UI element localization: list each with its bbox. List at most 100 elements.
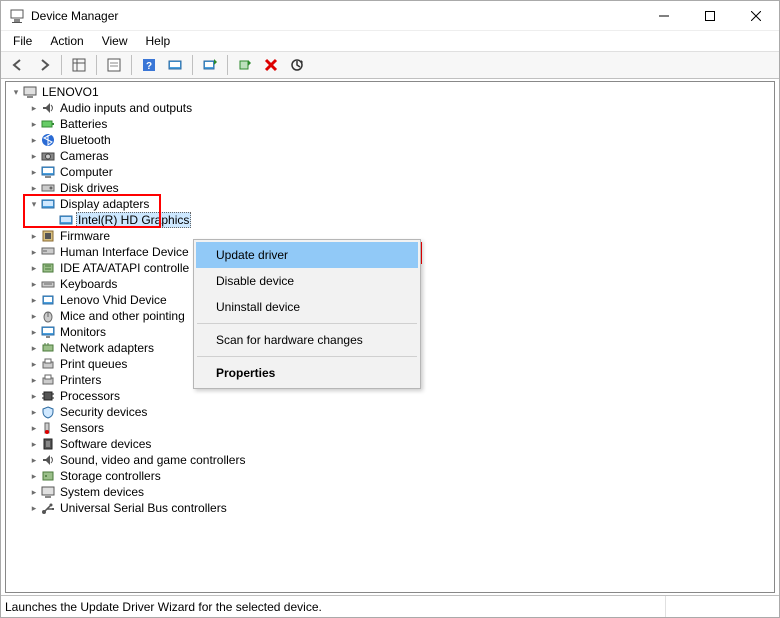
chevron-right-icon[interactable]: ▸: [28, 118, 40, 130]
tree-category[interactable]: ▸Disk drives: [10, 180, 774, 196]
category-icon: [40, 340, 56, 356]
chevron-right-icon[interactable]: ▸: [28, 182, 40, 194]
tree-category[interactable]: ▸System devices: [10, 484, 774, 500]
tree-device[interactable]: Intel(R) HD Graphics: [10, 212, 774, 228]
category-icon: [40, 148, 56, 164]
device-manager-icon: [9, 8, 25, 24]
enable-device-button[interactable]: [234, 54, 256, 76]
tree-category[interactable]: ▸Sensors: [10, 420, 774, 436]
category-label: Display adapters: [58, 197, 151, 211]
category-icon: [40, 132, 56, 148]
chevron-right-icon[interactable]: ▸: [28, 422, 40, 434]
chevron-right-icon[interactable]: ▸: [28, 246, 40, 258]
tree-category[interactable]: ▸ Cameras: [10, 148, 774, 164]
category-icon: [40, 436, 56, 452]
menu-file[interactable]: File: [5, 32, 40, 50]
scan-changes-button[interactable]: [286, 54, 308, 76]
context-scan-hardware[interactable]: Scan for hardware changes: [196, 327, 418, 353]
tree-category[interactable]: ▸Security devices: [10, 404, 774, 420]
svg-text:?: ?: [146, 61, 152, 72]
tree-category[interactable]: ▸ Audio inputs and outputs: [10, 100, 774, 116]
chevron-right-icon[interactable]: ▸: [28, 262, 40, 274]
chevron-right-icon[interactable]: ▸: [28, 358, 40, 370]
category-icon: [40, 260, 56, 276]
chevron-right-icon[interactable]: ▸: [28, 342, 40, 354]
window-title: Device Manager: [31, 9, 641, 23]
chevron-right-icon[interactable]: ▸: [28, 166, 40, 178]
scan-hardware-button[interactable]: [164, 54, 186, 76]
tree-category[interactable]: ▸Computer: [10, 164, 774, 180]
category-icon: [40, 500, 56, 516]
show-hide-tree-button[interactable]: [68, 54, 90, 76]
menu-action[interactable]: Action: [42, 32, 91, 50]
chevron-right-icon[interactable]: ▸: [28, 470, 40, 482]
menu-help[interactable]: Help: [138, 32, 179, 50]
context-properties[interactable]: Properties: [196, 360, 418, 386]
maximize-button[interactable]: [687, 1, 733, 31]
category-label: Processors: [58, 389, 122, 403]
chevron-right-icon[interactable]: ▸: [28, 390, 40, 402]
menu-view[interactable]: View: [94, 32, 136, 50]
category-icon: [40, 484, 56, 500]
chevron-right-icon[interactable]: ▸: [28, 134, 40, 146]
back-button[interactable]: [7, 54, 29, 76]
chevron-right-icon[interactable]: ▸: [28, 454, 40, 466]
category-icon: [40, 420, 56, 436]
context-update-driver[interactable]: Update driver: [196, 242, 418, 268]
category-label: Printers: [58, 373, 103, 387]
category-label: Audio inputs and outputs: [58, 101, 194, 115]
properties-button[interactable]: [103, 54, 125, 76]
chevron-right-icon[interactable]: ▸: [28, 150, 40, 162]
chevron-right-icon[interactable]: ▸: [28, 438, 40, 450]
category-icon: [40, 228, 56, 244]
help-button[interactable]: ?: [138, 54, 160, 76]
computer-icon: [22, 84, 38, 100]
tree-category[interactable]: ▸ Processors: [10, 388, 774, 404]
toolbar-separator: [61, 55, 62, 75]
chevron-right-icon[interactable]: ▸: [28, 406, 40, 418]
category-icon: [40, 404, 56, 420]
toolbar-separator: [131, 55, 132, 75]
close-button[interactable]: [733, 1, 779, 31]
tree-root[interactable]: ▾ LENOVO1: [10, 84, 774, 100]
tree-category[interactable]: ▸Software devices: [10, 436, 774, 452]
tree-category[interactable]: ▸Batteries: [10, 116, 774, 132]
category-icon: [40, 308, 56, 324]
update-driver-button[interactable]: [199, 54, 221, 76]
chevron-right-icon[interactable]: ▸: [28, 230, 40, 242]
context-uninstall-device[interactable]: Uninstall device: [196, 294, 418, 320]
uninstall-button[interactable]: [260, 54, 282, 76]
chevron-right-icon[interactable]: ▸: [28, 374, 40, 386]
category-label: Human Interface Device: [58, 245, 191, 259]
tree-category[interactable]: ▸Storage controllers: [10, 468, 774, 484]
chevron-right-icon[interactable]: ▸: [28, 486, 40, 498]
toolbar-separator: [192, 55, 193, 75]
category-label: Print queues: [58, 357, 129, 371]
forward-button[interactable]: [33, 54, 55, 76]
category-label: Bluetooth: [58, 133, 113, 147]
display-adapter-icon: [58, 212, 74, 228]
chevron-down-icon[interactable]: ▾: [10, 86, 22, 98]
chevron-right-icon[interactable]: ▸: [28, 310, 40, 322]
category-icon: [40, 276, 56, 292]
category-label: Sound, video and game controllers: [58, 453, 247, 467]
chevron-right-icon[interactable]: ▸: [28, 102, 40, 114]
minimize-button[interactable]: [641, 1, 687, 31]
category-label: Cameras: [58, 149, 111, 163]
context-menu: Update driver Disable device Uninstall d…: [193, 239, 421, 389]
device-label: Intel(R) HD Graphics: [76, 212, 191, 228]
category-icon: [40, 116, 56, 132]
tree-category[interactable]: ▸ Sound, video and game controllers: [10, 452, 774, 468]
tree-category[interactable]: ▸ Bluetooth: [10, 132, 774, 148]
chevron-right-icon[interactable]: ▸: [28, 278, 40, 290]
category-icon: [40, 356, 56, 372]
tree-category[interactable]: ▸Universal Serial Bus controllers: [10, 500, 774, 516]
tree-root-label: LENOVO1: [40, 85, 101, 99]
category-icon: [40, 180, 56, 196]
chevron-down-icon[interactable]: ▾: [28, 198, 40, 210]
context-disable-device[interactable]: Disable device: [196, 268, 418, 294]
tree-category[interactable]: ▾ Display adapters: [10, 196, 774, 212]
chevron-right-icon[interactable]: ▸: [28, 502, 40, 514]
chevron-right-icon[interactable]: ▸: [28, 294, 40, 306]
chevron-right-icon[interactable]: ▸: [28, 326, 40, 338]
